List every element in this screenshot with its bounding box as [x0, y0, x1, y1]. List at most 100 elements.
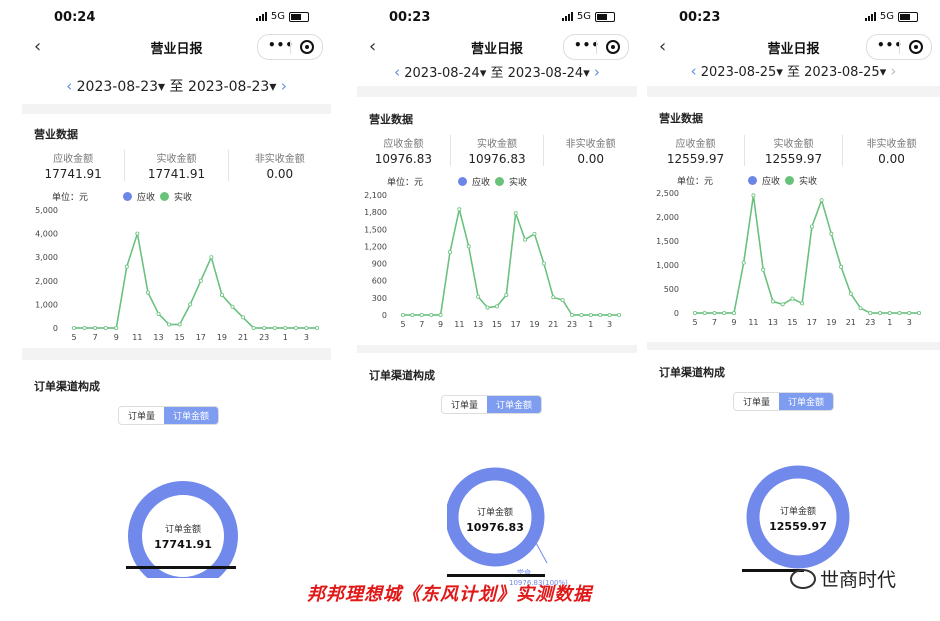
x-tick-label: 13: [768, 318, 778, 327]
date-range-bar: ‹ 2023-08-23▾ 至 2023-08-23▾ ›: [22, 64, 331, 104]
date-to-select[interactable]: 2023-08-24▾: [508, 66, 590, 81]
mini-program-capsule[interactable]: •••: [866, 34, 932, 60]
date-to-select[interactable]: 2023-08-25▾: [804, 65, 886, 80]
data-point: [145, 290, 150, 295]
x-tick-label: 23: [865, 318, 875, 327]
x-tick-label: 9: [114, 333, 119, 342]
next-day-chevron-icon[interactable]: ›: [890, 62, 896, 80]
black-mark: [126, 566, 236, 569]
signal-icon: [561, 12, 573, 21]
date-from-select[interactable]: 2023-08-23▾: [77, 79, 165, 95]
toggle-order-amount[interactable]: 订单金额: [487, 396, 542, 413]
toggle-order-count[interactable]: 订单量: [734, 393, 779, 410]
x-tick-label: 15: [175, 333, 185, 342]
network-label: 5G: [270, 11, 285, 22]
data-point: [770, 299, 775, 304]
data-point: [156, 311, 161, 316]
y-tick-label: 1,200: [364, 242, 387, 251]
next-day-chevron-icon[interactable]: ›: [281, 77, 287, 95]
prev-day-chevron-icon[interactable]: ‹: [394, 63, 400, 81]
toggle-order-amount[interactable]: 订单金额: [779, 393, 834, 410]
y-tick-label: 1,500: [364, 225, 387, 234]
data-point: [314, 325, 319, 330]
x-tick-label: 19: [529, 320, 539, 329]
donut-label: 订单金额: [165, 523, 201, 535]
x-tick-label: 23: [567, 320, 577, 329]
y-tick-label: 1,800: [364, 208, 387, 217]
status-bar: 00:24 5G: [22, 0, 331, 30]
mini-program-capsule[interactable]: •••: [563, 34, 629, 60]
order-amount-donut: 订单金额 12559.97: [746, 465, 850, 569]
business-data-card: 营业数据 应收金额 10976.83 实收金额 10976.83 非实收金额 0.00…: [357, 97, 637, 345]
close-target-icon[interactable]: [300, 40, 314, 54]
data-point: [167, 322, 172, 327]
toggle-order-amount[interactable]: 订单金额: [164, 407, 219, 424]
x-tick-label: 7: [93, 333, 98, 342]
x-tick-label: 7: [712, 318, 717, 327]
close-target-icon[interactable]: [606, 40, 620, 54]
next-day-chevron-icon[interactable]: ›: [594, 63, 600, 81]
y-tick-label: 300: [372, 294, 387, 303]
data-point: [858, 306, 863, 311]
black-mark: [447, 574, 545, 577]
y-tick-label: 1,500: [656, 237, 679, 246]
data-point: [897, 310, 902, 315]
data-point: [702, 310, 707, 315]
data-point: [485, 305, 490, 310]
data-point: [761, 267, 766, 272]
donut-value: 12559.97: [769, 520, 827, 533]
capsule-divider: [899, 40, 900, 54]
data-point: [839, 264, 844, 269]
date-range-bar: ‹ 2023-08-25▾ 至 2023-08-25▾ ›: [647, 60, 940, 86]
data-point: [494, 304, 499, 309]
nav-bar: ‹ 营业日报 •••: [647, 30, 940, 64]
section-title-channel: 订单渠道构成: [659, 366, 725, 379]
data-point: [466, 244, 471, 249]
channel-toggle: 订单量 订单金额: [441, 395, 543, 414]
close-target-icon[interactable]: [909, 40, 923, 54]
y-tick-label: 4,000: [35, 230, 58, 239]
phone-screen-3: 00:23 5G ‹ 营业日报 ••• ‹ 2023-08-25▾ 至 2023…: [647, 0, 940, 580]
status-bar: 00:23 5G: [357, 0, 637, 30]
data-point: [819, 198, 824, 203]
x-tick-label: 7: [419, 320, 424, 329]
x-tick-label: 19: [217, 333, 227, 342]
series-line-received: [695, 195, 919, 314]
business-data-card: 营业数据 应收金额 17741.91 实收金额 17741.91 非实收金额 0.00…: [22, 114, 331, 348]
capsule-divider: [596, 40, 597, 54]
toggle-order-count[interactable]: 订单量: [119, 407, 164, 424]
status-time: 00:24: [54, 10, 96, 25]
x-tick-label: 17: [511, 320, 521, 329]
donut-value: 17741.91: [154, 538, 212, 551]
date-to-select[interactable]: 2023-08-23▾: [188, 79, 276, 95]
data-point: [693, 310, 698, 315]
x-tick-label: 13: [153, 333, 163, 342]
data-point: [103, 325, 108, 330]
toggle-order-count[interactable]: 订单量: [442, 396, 487, 413]
data-point: [523, 237, 528, 242]
capsule-divider: [290, 40, 291, 54]
dropdown-triangle-icon: ▾: [776, 65, 783, 80]
date-from-select[interactable]: 2023-08-25▾: [701, 65, 783, 80]
x-tick-label: 21: [238, 333, 248, 342]
y-tick-label: 600: [372, 277, 387, 286]
status-icons: 5G: [255, 11, 309, 22]
channel-toggle: 订单量 订单金额: [118, 406, 220, 425]
prev-day-chevron-icon[interactable]: ‹: [66, 77, 72, 95]
data-point: [447, 250, 452, 255]
data-point: [262, 325, 267, 330]
y-tick-label: 0: [674, 309, 679, 318]
prev-day-chevron-icon[interactable]: ‹: [691, 62, 697, 80]
date-from-select[interactable]: 2023-08-24▾: [404, 66, 486, 81]
data-point: [135, 231, 140, 236]
data-point: [907, 310, 912, 315]
dropdown-triangle-icon: ▾: [879, 65, 887, 80]
dropdown-triangle-icon: ▾: [479, 66, 487, 81]
data-point: [829, 231, 834, 236]
date-range-bar: ‹ 2023-08-24▾ 至 2023-08-24▾ ›: [357, 60, 637, 86]
x-tick-label: 15: [492, 320, 502, 329]
x-tick-label: 5: [692, 318, 697, 327]
y-tick-label: 500: [664, 285, 679, 294]
battery-icon: [898, 11, 918, 22]
mini-program-capsule[interactable]: •••: [257, 34, 323, 60]
